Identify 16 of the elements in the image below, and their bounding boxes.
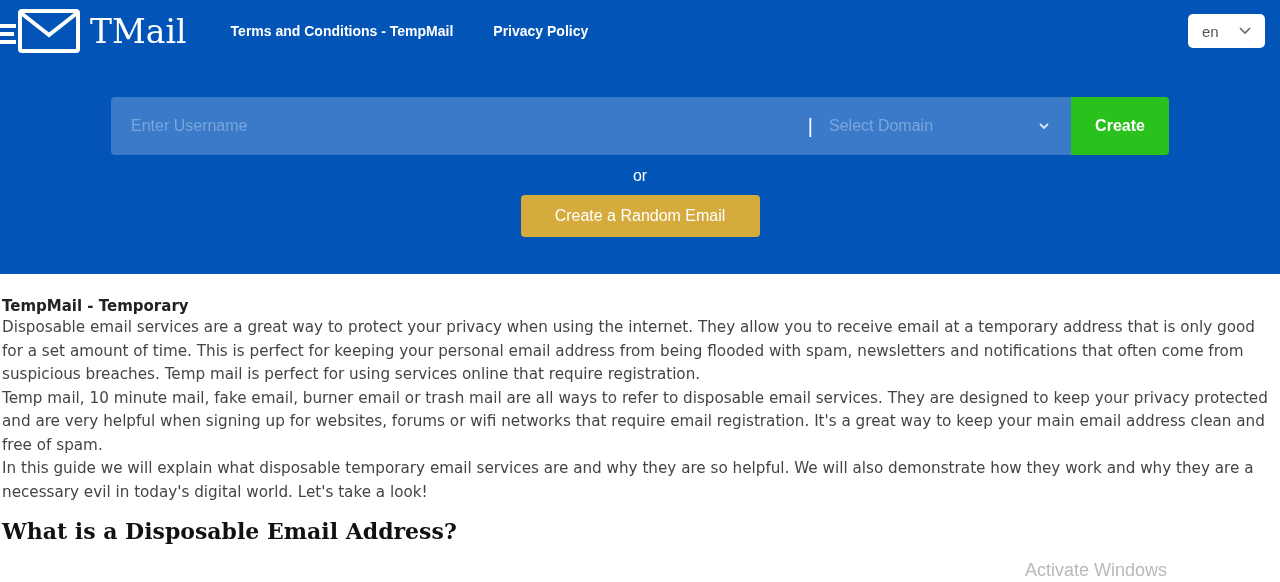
username-field[interactable]: Enter Username xyxy=(111,97,808,155)
envelope-logo-icon xyxy=(0,8,82,54)
paragraph: In this guide we will explain what disposable temporary email services are and why they are so helpful. We will also demonstrate how they work and why they are a necessary evil in today's digital world. Let's take a look! xyxy=(2,458,1255,503)
language-select[interactable]: en xyxy=(1188,14,1265,48)
nav-link[interactable]: Privacy Policy xyxy=(493,23,589,39)
chevron-down-icon xyxy=(1039,122,1049,130)
section-heading: What is a Disposable Email Address? xyxy=(2,518,458,544)
separator: | xyxy=(807,97,829,155)
or-text: or xyxy=(632,167,648,185)
paragraph: Temp mail, 10 minute mail, fake email, burner email or trash mail are all ways to refer to disposable email services. They are designed to keep your privacy protected and are very helpful when signing up for websites, forums or wifi networks that require email registration. It's a great way to keep your main email address clean and free of spam. xyxy=(2,387,1269,456)
chevron-down-icon xyxy=(1239,27,1251,35)
activation-notice: Activate Windows xyxy=(1024,560,1167,581)
nav-link[interactable]: Terms and Conditions - TempMail xyxy=(230,23,454,39)
logo-text[interactable]: TMail xyxy=(90,11,187,51)
paragraph: Disposable email services are a great way to protect your privacy when using the internet. They allow you to receive email at a temporary address that is only good for a set amount of time. This is perfect for keeping your personal email address from being flooded with spam, newsletters and notifications that often come from suspicious breaches. Temp mail is perfect for using services online that require registration. xyxy=(2,317,1256,385)
article-title: TempMail - Temporary xyxy=(2,296,190,316)
